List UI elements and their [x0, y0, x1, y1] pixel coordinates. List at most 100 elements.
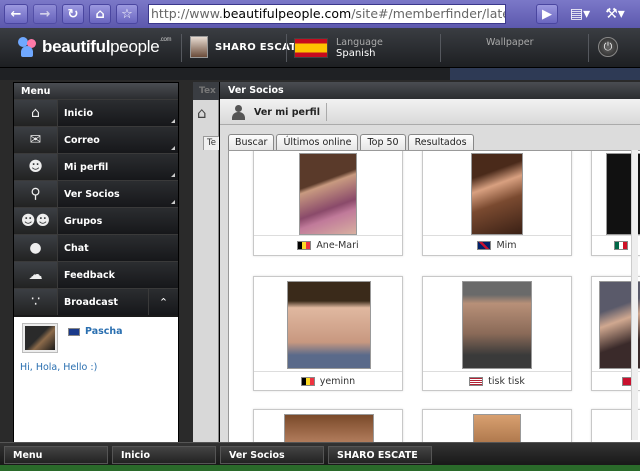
logo-text-bold: beautiful	[42, 37, 111, 56]
logo-people-icon	[18, 37, 40, 57]
logo-com: .com	[159, 37, 172, 43]
header-divider	[181, 34, 182, 62]
task-ver-socios[interactable]: Ver Socios	[220, 446, 324, 464]
member-name[interactable]: yeminn	[320, 376, 355, 387]
star-icon: ☆	[121, 6, 133, 22]
os-taskbar-strip	[0, 465, 640, 471]
menu-item-inicio[interactable]: ⌂ Inicio	[14, 99, 178, 126]
menu-item-grupos[interactable]: ☻☻ Grupos	[14, 207, 178, 234]
page-menu-button[interactable]: ▤▾	[566, 3, 594, 25]
menu-item-feedback[interactable]: ☁ Feedback	[14, 261, 178, 288]
member-card[interactable]: yeminn	[253, 276, 403, 391]
address-bar[interactable]: http://www.beautifulpeople.com/site#/mem…	[148, 4, 506, 24]
menu-panel: Menu ⌂ Inicio ✉ Correo ☻ Mi perfil ⚲ Ver…	[13, 82, 179, 442]
mail-icon: ✉	[14, 127, 58, 153]
member-photo[interactable]	[299, 153, 357, 235]
wallpaper-button[interactable]: Wallpaper	[486, 37, 534, 48]
member-card[interactable]: Ane-Mari	[253, 151, 403, 256]
arrow-left-icon: ←	[10, 6, 22, 22]
member-name[interactable]: tisk tisk	[488, 376, 525, 387]
url-prefix: http://www.	[151, 6, 223, 21]
user-avatar[interactable]	[190, 36, 208, 58]
menu-item-label: Correo	[64, 134, 100, 146]
menu-item-label: Ver Socios	[64, 188, 120, 200]
member-name[interactable]: Mim	[496, 240, 516, 251]
window-toolbar: Ver mi perfil	[220, 99, 640, 125]
finder-tabs: Buscar Últimos online Top 50 Resultados	[228, 134, 476, 150]
member-name[interactable]: Ane-Mari	[316, 240, 358, 251]
member-photo[interactable]	[473, 414, 521, 442]
member-photo[interactable]	[287, 281, 371, 369]
member-grid: Ane-Mari Mim yeminn tisk tisk	[228, 150, 640, 442]
home-button[interactable]: ⌂	[89, 4, 111, 24]
play-icon: ▶	[542, 6, 552, 22]
person-icon: ☻	[14, 154, 58, 180]
group-icon: ☻☻	[14, 208, 58, 234]
menu-item-correo[interactable]: ✉ Correo	[14, 126, 178, 153]
power-icon[interactable]: ⏻	[598, 37, 618, 57]
menu-item-mi-perfil[interactable]: ☻ Mi perfil	[14, 153, 178, 180]
background-window-tab[interactable]: Tex	[193, 82, 219, 100]
task-menu[interactable]: Menu	[4, 446, 108, 464]
menu-item-label: Mi perfil	[64, 161, 109, 173]
site-header: beautifulpeople.com SHARO ESCATE Languag…	[0, 28, 640, 68]
back-button[interactable]: ←	[4, 4, 28, 24]
chat-avatar[interactable]	[22, 323, 58, 353]
url-domain: beautifulpeople.com	[222, 6, 352, 21]
content-scrollbar[interactable]	[631, 150, 638, 440]
go-button[interactable]: ▶	[536, 4, 558, 24]
menu-item-label: Inicio	[64, 107, 93, 119]
header-username[interactable]: SHARO ESCATE	[215, 42, 304, 53]
tab-ultimos-online[interactable]: Últimos online	[276, 134, 359, 150]
site-logo[interactable]: beautifulpeople.com	[18, 37, 171, 57]
page-icon: ▤▾	[569, 6, 591, 22]
url-path: /site#/memberfinder/latestonline	[351, 6, 506, 21]
chat-message: Hi, Hola, Hello :)	[20, 362, 98, 373]
tab-resultados[interactable]: Resultados	[407, 134, 474, 150]
tab-buscar[interactable]: Buscar	[228, 134, 275, 150]
tab-top-50[interactable]: Top 50	[360, 134, 406, 150]
reload-button[interactable]: ↻	[62, 4, 84, 24]
menu-item-label: Feedback	[64, 269, 115, 281]
background-window	[193, 100, 219, 442]
member-photo[interactable]	[471, 153, 523, 235]
belgium-flag-icon	[297, 241, 312, 250]
feedback-icon: ☁	[14, 262, 58, 288]
collapse-chevron-icon[interactable]: ⌃	[148, 289, 178, 315]
menu-title: Menu	[14, 83, 178, 99]
flag-icon	[68, 328, 80, 336]
belgium-flag-icon	[300, 377, 315, 386]
forward-button[interactable]: →	[33, 4, 57, 24]
home-icon[interactable]: ⌂	[197, 104, 217, 124]
bookmark-button[interactable]: ☆	[116, 4, 138, 24]
task-inicio[interactable]: Inicio	[112, 446, 216, 464]
language-title: Language	[336, 37, 383, 48]
usa-flag-icon	[469, 377, 484, 386]
menu-item-ver-socios[interactable]: ⚲ Ver Socios	[14, 180, 178, 207]
chat-bubble-icon: ●	[14, 235, 58, 261]
member-card[interactable]: Mim	[422, 151, 572, 256]
toolbar-divider	[326, 103, 327, 121]
menu-item-label: Broadcast	[64, 296, 118, 308]
broadcast-feed: Pascha Hi, Hola, Hello :)	[14, 317, 178, 442]
home-icon: ⌂	[95, 6, 105, 22]
view-my-profile-button[interactable]: Ver mi perfil	[254, 107, 320, 118]
logo-text-rest: people	[110, 37, 160, 56]
menu-item-label: Chat	[64, 242, 89, 254]
member-photo[interactable]	[284, 414, 374, 442]
member-card[interactable]	[422, 409, 572, 442]
header-divider	[588, 34, 589, 62]
menu-item-broadcast[interactable]: ∵ Broadcast ⌃	[14, 288, 178, 315]
task-sharo-escate[interactable]: SHARO ESCATE	[328, 446, 432, 464]
window-title: Ver Socios	[220, 82, 640, 99]
rss-icon: ∵	[14, 289, 58, 315]
member-card[interactable]	[253, 409, 403, 442]
member-photo[interactable]	[462, 281, 532, 369]
member-card[interactable]: tisk tisk	[422, 276, 572, 391]
menu-item-chat[interactable]: ● Chat	[14, 234, 178, 261]
spain-flag-icon[interactable]	[294, 38, 328, 58]
ver-socios-window: Ver Socios Ver mi perfil Buscar Últimos …	[219, 82, 640, 442]
tools-menu-button[interactable]: ⚒▾	[600, 3, 630, 25]
language-value[interactable]: Spanish	[336, 48, 376, 59]
chat-username[interactable]: Pascha	[85, 326, 123, 337]
